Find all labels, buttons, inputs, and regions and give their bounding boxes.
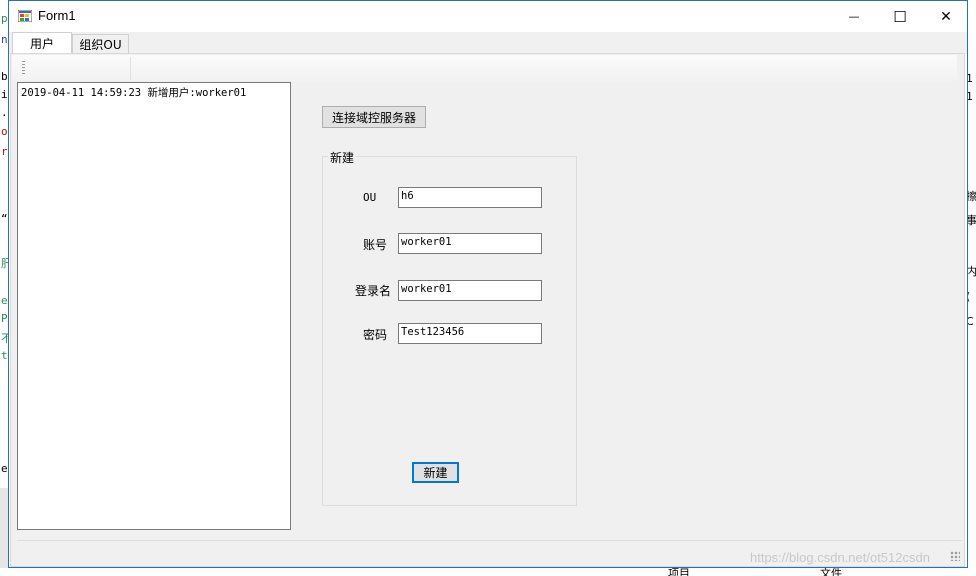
ou-input[interactable]: h6 <box>398 187 542 208</box>
bg-char: r <box>1 145 8 158</box>
close-icon: ✕ <box>940 8 952 25</box>
bg-char: P <box>1 312 8 325</box>
tab-org-ou[interactable]: 组织OU <box>72 34 129 54</box>
create-user-button[interactable]: 新建 <box>412 462 459 483</box>
log-textbox[interactable]: 2019-04-11 14:59:23 新增用户:worker01 <box>17 82 291 530</box>
log-line: 2019-04-11 14:59:23 新增用户:worker01 <box>21 87 247 99</box>
groupbox-title: 新建 <box>328 149 357 166</box>
button-label: 连接域控服务器 <box>331 110 416 125</box>
close-button[interactable]: ✕ <box>923 1 969 32</box>
bg-char: n <box>1 33 8 46</box>
tab-page-users: 2019-04-11 14:59:23 新增用户:worker01 连接域控服务… <box>10 53 965 567</box>
ou-label: OU <box>363 191 377 204</box>
maximize-icon: ☐ <box>893 7 907 26</box>
password-label: 密码 <box>363 328 388 342</box>
create-groupbox: 新建 OU h6 账号 worker01 登录名 worker01 密码 Tes… <box>322 149 577 506</box>
minimize-button[interactable]: — <box>831 1 877 32</box>
login-name-label: 登录名 <box>355 284 392 298</box>
login-name-input[interactable]: worker01 <box>398 280 542 301</box>
maximize-button[interactable]: ☐ <box>877 1 923 32</box>
account-label: 账号 <box>363 238 388 252</box>
bg-char: e <box>1 462 8 475</box>
bg-char: e <box>1 294 8 307</box>
bg-char: b <box>1 70 8 83</box>
tab-users[interactable]: 用户 <box>12 32 72 54</box>
toolstrip <box>12 55 957 81</box>
bg-char: o <box>1 125 8 138</box>
tab-strip: 用户 组织OU <box>9 32 967 54</box>
tab-label: 组织OU <box>79 38 122 52</box>
bg-char: t <box>1 349 8 362</box>
account-input[interactable]: worker01 <box>398 233 542 254</box>
connect-domain-controller-button[interactable]: 连接域控服务器 <box>322 106 426 128</box>
bg-char: . <box>1 106 8 119</box>
bg-char: i <box>1 88 8 101</box>
main-window: Form1 — ☐ ✕ 用户 组织OU 2019-04-11 14:59:23 … <box>8 0 968 568</box>
title-bar[interactable]: Form1 — ☐ ✕ <box>9 1 967 32</box>
app-icon <box>18 10 32 22</box>
toolstrip-grip-icon[interactable] <box>22 61 25 75</box>
minimize-icon: — <box>848 10 860 23</box>
bg-char: “ <box>1 212 8 225</box>
watermark: https://blog.csdn.net/ot512csdn <box>750 550 930 565</box>
toolstrip-separator <box>130 57 131 80</box>
size-grip-icon[interactable] <box>950 551 960 561</box>
tab-label: 用户 <box>29 37 54 51</box>
bg-char: p <box>1 12 8 25</box>
window-title: Form1 <box>38 8 76 23</box>
password-input[interactable]: Test123456 <box>398 323 542 344</box>
button-label: 新建 <box>423 466 448 480</box>
